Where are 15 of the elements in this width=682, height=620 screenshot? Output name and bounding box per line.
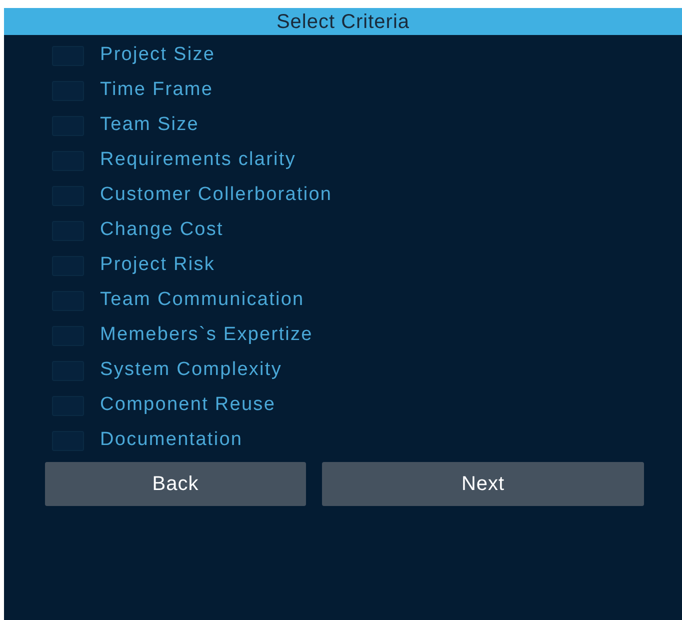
screen-title: Select Criteria — [276, 10, 410, 34]
nav-button[interactable]: Next — [322, 462, 644, 506]
criterion-label: Customer Collerboration — [100, 183, 332, 208]
criterion-label: Project Risk — [100, 253, 216, 278]
nav-button[interactable]: Back — [45, 462, 306, 506]
criterion-label: Project Size — [100, 43, 216, 68]
criterion-label: Component Reuse — [100, 393, 276, 418]
criterion-label: Time Frame — [100, 78, 214, 102]
criterion-label: Requirements clarity — [100, 148, 296, 172]
criterion-label: Team Size — [100, 113, 199, 138]
criterion-label: Team Communication — [100, 288, 304, 312]
criterion-label: Documentation — [100, 428, 243, 452]
criterion-label: Memebers`s Expertize — [100, 323, 313, 348]
criterion-label: System Complexity — [100, 358, 282, 382]
criterion-label: Change Cost — [100, 218, 224, 242]
